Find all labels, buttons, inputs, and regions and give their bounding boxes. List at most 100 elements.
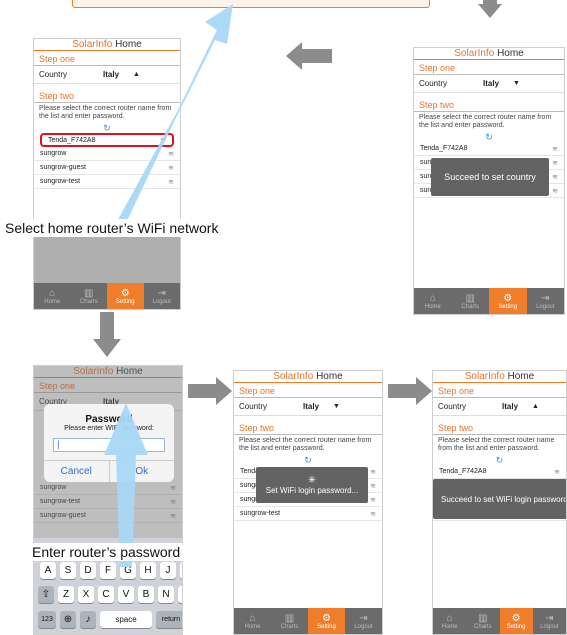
country-selector[interactable]: Country Italy ▲	[433, 398, 566, 416]
tab-setting[interactable]: ⚙ Setting	[499, 608, 533, 634]
phone-screen-5: SolarInfo Home Step one Country Italy ▲ St…	[432, 370, 567, 635]
tab-bar: ⌂ Home ▥ Charts ⚙ Setting ⇥ Logout	[234, 608, 382, 634]
phone-screen-4: SolarInfo Home Step one Country Italy ▼ St…	[233, 370, 383, 635]
router-instruction: Please select the correct router name fr…	[419, 114, 552, 129]
callout-enter-password: Enter router’s password	[29, 543, 184, 561]
refresh-icon[interactable]: ↻	[234, 455, 382, 465]
toast-country-set: Succeed to set country	[431, 158, 549, 196]
tab-setting[interactable]: ⚙ Setting	[308, 608, 345, 634]
tab-home[interactable]: ⌂ Home	[433, 608, 466, 634]
toast-wifi-set: Succeed to set WiFi login password	[433, 479, 566, 519]
key[interactable]: K	[180, 562, 182, 579]
keyboard-row-4: 123 ⊕ ♪ space return	[38, 611, 182, 628]
gear-icon: ⚙	[322, 612, 331, 624]
space-key[interactable]: space	[100, 611, 152, 628]
shift-key[interactable]: ⇧	[38, 586, 54, 603]
wifi-icon: ≋	[552, 187, 558, 195]
key[interactable]: X	[78, 586, 94, 603]
home-icon: ⌂	[49, 287, 56, 299]
key[interactable]: V	[118, 586, 134, 603]
app-title: SolarInfo Home	[234, 371, 382, 383]
wifi-icon: ≋	[552, 145, 558, 153]
tab-charts[interactable]: ▥ Charts	[271, 608, 308, 634]
tab-home[interactable]: ⌂ Home	[34, 283, 71, 309]
wifi-icon: ≋	[370, 496, 376, 504]
caret-down-icon: ▼	[513, 80, 520, 87]
right-arrow	[388, 377, 432, 405]
right-arrow	[188, 377, 232, 405]
chart-icon: ▥	[284, 612, 295, 624]
key[interactable]: S	[60, 562, 76, 579]
left-arrow	[286, 42, 332, 70]
chart-icon: ▥	[84, 287, 94, 299]
country-selector[interactable]: Country Italy ▼	[234, 398, 382, 416]
wifi-item[interactable]: Tenda_F742A8≋	[414, 142, 564, 156]
logout-icon: ⇥	[545, 612, 554, 624]
down-arrow	[93, 312, 121, 357]
wifi-icon: ≋	[370, 468, 376, 476]
key[interactable]: C	[98, 586, 114, 603]
key[interactable]: N	[158, 586, 174, 603]
router-instruction: Please select the correct router name fr…	[239, 437, 372, 452]
spinner-icon: ✳	[307, 474, 317, 486]
dim-overlay	[34, 234, 180, 283]
step-one-heading: Step one	[433, 383, 566, 398]
numbers-key[interactable]: 123	[38, 611, 56, 628]
step-one-heading: Step one	[234, 383, 382, 398]
router-instruction: Please select the correct router name fr…	[438, 437, 555, 452]
wifi-item[interactable]: Tenda_F742A8≋	[433, 465, 566, 479]
step-two-heading: Step two	[433, 420, 566, 435]
down-arrow-top	[478, 0, 502, 18]
logout-icon: ⇥	[157, 287, 166, 299]
tab-logout[interactable]: ⇥ Logout	[527, 288, 565, 314]
caret-up-icon: ▲	[532, 403, 539, 410]
tab-home[interactable]: ⌂ Home	[234, 608, 271, 634]
toast-setting-wifi: ✳ Set WiFi login password...	[256, 467, 368, 503]
blue-pointer-arrow-1	[115, 4, 233, 225]
globe-icon[interactable]: ⊕	[60, 611, 76, 628]
wifi-icon: ≋	[552, 159, 558, 167]
logout-icon: ⇥	[359, 612, 368, 624]
tab-bar: ⌂ Home ▥ Charts ⚙ Setting ⇥ Logout	[34, 283, 180, 309]
step-one-heading: Step one	[414, 60, 564, 75]
gear-icon: ⚙	[511, 612, 521, 624]
app-title: SolarInfo Home	[414, 48, 564, 60]
gear-icon: ⚙	[120, 287, 130, 299]
phone-screen-2: SolarInfo Home Step one Country Italy ▼ St…	[413, 47, 565, 315]
tab-charts[interactable]: ▥ Charts	[452, 288, 490, 314]
key[interactable]: B	[138, 586, 154, 603]
step-two-heading: Step two	[234, 420, 382, 435]
tab-charts[interactable]: ▥ Charts	[71, 283, 108, 309]
tutorial-figure: SolarInfo Home Step one Country Italy ▲ St…	[0, 0, 567, 635]
tab-logout[interactable]: ⇥ Logout	[144, 283, 181, 309]
chart-icon: ▥	[465, 292, 475, 304]
tab-setting[interactable]: ⚙ Setting	[489, 288, 527, 314]
key[interactable]: Z	[58, 586, 74, 603]
tab-charts[interactable]: ▥ Charts	[466, 608, 499, 634]
key[interactable]: A	[40, 562, 56, 579]
tab-bar: ⌂ Home ▥ Charts ⚙ Setting ⇥ Logout	[414, 288, 564, 314]
home-icon: ⌂	[429, 292, 436, 304]
wifi-icon: ≋	[552, 173, 558, 181]
refresh-icon[interactable]: ↻	[433, 455, 566, 465]
home-icon: ⌂	[446, 612, 453, 624]
tab-logout[interactable]: ⇥ Logout	[533, 608, 566, 634]
tab-home[interactable]: ⌂ Home	[414, 288, 452, 314]
refresh-icon[interactable]: ↻	[414, 132, 564, 142]
country-selector[interactable]: Country Italy ▼	[414, 75, 564, 93]
microphone-icon[interactable]: ♪	[80, 611, 96, 628]
wifi-item[interactable]: sungrow-test≋	[234, 507, 382, 521]
tab-logout[interactable]: ⇥ Logout	[345, 608, 382, 634]
step-two-heading: Step two	[414, 97, 564, 112]
callout-select-wifi: Select home router’s WiFi network	[2, 219, 222, 237]
keyboard-row-3: ⇧ ZXCVBNM⌫	[38, 586, 182, 603]
tab-setting[interactable]: ⚙ Setting	[107, 283, 144, 309]
home-icon: ⌂	[249, 612, 256, 624]
app-title: SolarInfo Home	[433, 371, 566, 383]
wifi-icon: ≋	[370, 482, 376, 490]
tab-bar: ⌂ Home ▥ Charts ⚙ Setting ⇥ Logout	[433, 608, 566, 634]
logout-icon: ⇥	[541, 292, 550, 304]
return-key[interactable]: return	[156, 611, 182, 628]
key[interactable]: M	[178, 586, 182, 603]
chart-icon: ▥	[478, 612, 488, 624]
